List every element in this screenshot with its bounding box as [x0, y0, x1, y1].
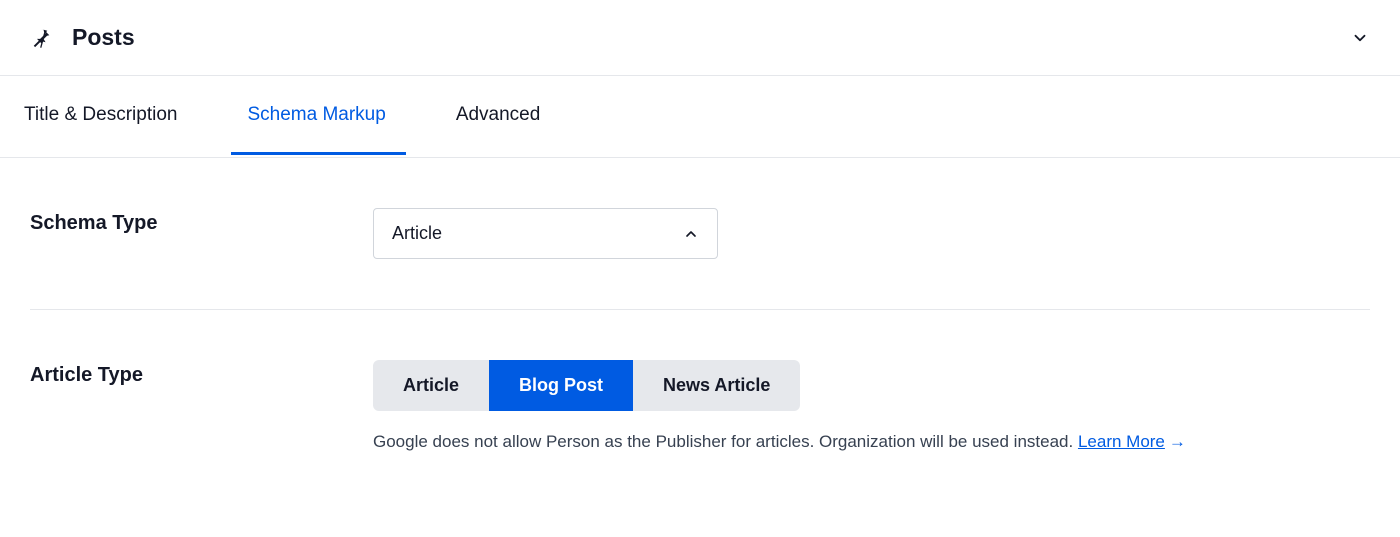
section-header: Posts [0, 0, 1400, 76]
article-type-option-blog-post[interactable]: Blog Post [489, 360, 633, 411]
row-schema-type: Schema Type Article [30, 158, 1370, 310]
helper-text-content: Google does not allow Person as the Publ… [373, 432, 1078, 451]
header-left: Posts [30, 24, 135, 51]
schema-type-content: Article [373, 208, 1370, 259]
content-area: Schema Type Article Article Type Article… [0, 158, 1400, 505]
chevron-down-icon [1351, 29, 1369, 47]
article-type-content: Article Blog Post News Article Google do… [373, 360, 1370, 455]
tabs: Title & Description Schema Markup Advanc… [0, 76, 1400, 158]
article-type-label: Article Type [30, 360, 373, 387]
schema-type-value: Article [392, 223, 442, 244]
arrow-right-icon: → [1169, 432, 1186, 451]
article-type-button-group: Article Blog Post News Article [373, 360, 1370, 411]
tab-title-description[interactable]: Title & Description [24, 76, 213, 157]
article-type-option-news-article[interactable]: News Article [633, 360, 800, 411]
learn-more-link[interactable]: Learn More [1078, 432, 1165, 451]
schema-type-select[interactable]: Article [373, 208, 718, 259]
tab-advanced[interactable]: Advanced [456, 76, 577, 157]
article-type-helper: Google does not allow Person as the Publ… [373, 429, 1370, 455]
tab-schema-markup[interactable]: Schema Markup [247, 76, 421, 157]
row-article-type: Article Type Article Blog Post News Arti… [30, 310, 1370, 505]
chevron-up-icon [683, 226, 699, 242]
article-type-option-article[interactable]: Article [373, 360, 489, 411]
collapse-toggle[interactable] [1350, 28, 1370, 48]
schema-type-label: Schema Type [30, 208, 373, 235]
section-title: Posts [72, 24, 135, 51]
pin-icon [30, 26, 54, 50]
